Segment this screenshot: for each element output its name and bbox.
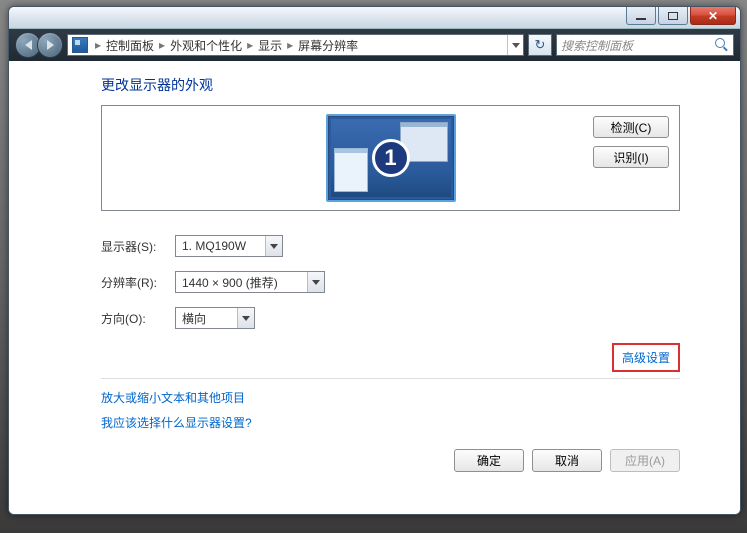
arrow-left-icon bbox=[25, 40, 32, 50]
resolution-label: 分辨率(R): bbox=[101, 274, 175, 291]
forward-button[interactable] bbox=[37, 32, 63, 58]
ok-button[interactable]: 确定 bbox=[454, 449, 524, 472]
close-icon: ✕ bbox=[708, 9, 718, 23]
which-display-link[interactable]: 我应该选择什么显示器设置? bbox=[101, 414, 680, 431]
refresh-button[interactable]: ↻ bbox=[528, 34, 552, 56]
identify-button[interactable]: 识别(I) bbox=[593, 146, 669, 168]
search-icon bbox=[715, 38, 729, 52]
search-input[interactable]: 搜索控制面板 bbox=[556, 34, 734, 56]
breadcrumb-appearance[interactable]: 外观和个性化 bbox=[168, 37, 244, 54]
navbar: ▸ 控制面板 ▸ 外观和个性化 ▸ 显示 ▸ 屏幕分辨率 ↻ 搜索控制面板 bbox=[9, 29, 740, 61]
control-panel-icon bbox=[72, 37, 88, 53]
monitor-arrangement-box: 1 检测(C) 识别(I) bbox=[101, 105, 680, 211]
window: ✕ ▸ 控制面板 ▸ 外观和个性化 ▸ 显示 ▸ 屏幕分辨率 ↻ 搜索控制面板 … bbox=[8, 6, 741, 515]
monitor-preview-1[interactable]: 1 bbox=[326, 114, 456, 202]
close-button[interactable]: ✕ bbox=[690, 7, 736, 25]
arrow-right-icon bbox=[47, 40, 54, 50]
breadcrumb-display[interactable]: 显示 bbox=[256, 37, 284, 54]
orientation-dropdown[interactable]: 横向 bbox=[175, 307, 255, 329]
maximize-button[interactable] bbox=[658, 7, 688, 25]
apply-button: 应用(A) bbox=[610, 449, 680, 472]
minimize-button[interactable] bbox=[626, 7, 656, 25]
text-size-link[interactable]: 放大或缩小文本和其他项目 bbox=[101, 389, 680, 406]
chevron-down-icon bbox=[312, 280, 320, 285]
address-dropdown[interactable] bbox=[507, 35, 523, 55]
chevron-down-icon bbox=[242, 316, 250, 321]
page-title: 更改显示器的外观 bbox=[101, 75, 680, 95]
titlebar: ✕ bbox=[9, 7, 740, 29]
display-dropdown[interactable]: 1. MQ190W bbox=[175, 235, 283, 257]
breadcrumb-root[interactable]: 控制面板 bbox=[104, 37, 156, 54]
search-placeholder: 搜索控制面板 bbox=[561, 37, 633, 54]
detect-button[interactable]: 检测(C) bbox=[593, 116, 669, 138]
chevron-down-icon bbox=[270, 244, 278, 249]
display-value: 1. MQ190W bbox=[182, 239, 246, 253]
divider bbox=[101, 378, 680, 379]
resolution-value: 1440 × 900 (推荐) bbox=[182, 274, 278, 291]
content-area: 更改显示器的外观 1 检测(C) 识别(I) 显示器(S): 1. MQ190W bbox=[9, 61, 740, 514]
advanced-settings-link[interactable]: 高级设置 bbox=[612, 343, 680, 372]
address-bar[interactable]: ▸ 控制面板 ▸ 外观和个性化 ▸ 显示 ▸ 屏幕分辨率 bbox=[67, 34, 524, 56]
monitor-number-badge: 1 bbox=[372, 139, 410, 177]
orientation-value: 横向 bbox=[182, 310, 206, 327]
breadcrumb-resolution[interactable]: 屏幕分辨率 bbox=[296, 37, 360, 54]
refresh-icon: ↻ bbox=[535, 37, 546, 53]
orientation-label: 方向(O): bbox=[101, 310, 175, 327]
chevron-down-icon bbox=[512, 43, 520, 48]
display-label: 显示器(S): bbox=[101, 238, 175, 255]
resolution-dropdown[interactable]: 1440 × 900 (推荐) bbox=[175, 271, 325, 293]
cancel-button[interactable]: 取消 bbox=[532, 449, 602, 472]
